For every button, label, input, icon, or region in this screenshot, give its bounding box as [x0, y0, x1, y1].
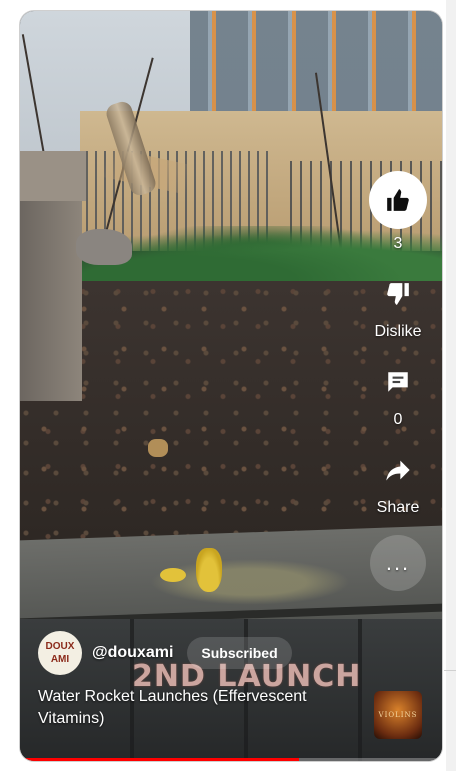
- share-label: Share: [376, 499, 420, 516]
- rock: [76, 229, 132, 265]
- progress-bar[interactable]: [20, 758, 442, 761]
- thumbs-up-icon: [387, 189, 409, 211]
- share-icon: [386, 460, 410, 481]
- comment-count: 0: [393, 411, 403, 428]
- comments-button[interactable]: 0: [366, 359, 430, 429]
- shorts-player[interactable]: 2ND LAUNCH 3 Dislike 0 Share ... DOUX AM…: [20, 11, 442, 761]
- channel-handle[interactable]: @douxami: [92, 644, 173, 662]
- avatar-text-line2: AMI: [50, 654, 70, 665]
- progress-fill: [20, 758, 299, 761]
- rocket-launcher: [196, 548, 222, 592]
- action-column: 3 Dislike 0 Share ...: [366, 171, 430, 609]
- building-top: [190, 11, 442, 126]
- planter-box-top: [20, 151, 86, 201]
- avatar[interactable]: DOUX AMI: [38, 631, 82, 675]
- bottle-cap: [160, 568, 186, 582]
- thumbs-down-icon: [387, 283, 409, 305]
- video-title[interactable]: Water Rocket Launches (Effervescent Vita…: [38, 686, 338, 730]
- like-circle[interactable]: [369, 171, 427, 229]
- subscribe-button[interactable]: Subscribed: [187, 637, 292, 669]
- water-puddle: [150, 559, 350, 605]
- like-button[interactable]: 3: [366, 171, 430, 253]
- share-button[interactable]: Share: [366, 447, 430, 517]
- music-thumb-text: VIOLINS: [378, 711, 418, 719]
- comment-icon: [388, 372, 408, 392]
- dislike-button[interactable]: Dislike: [366, 271, 430, 341]
- divider: [444, 670, 456, 671]
- like-count: 3: [393, 235, 403, 252]
- channel-row: DOUX AMI @douxami Subscribed: [38, 631, 292, 675]
- more-button[interactable]: ...: [366, 535, 430, 591]
- more-icon[interactable]: ...: [370, 535, 426, 591]
- dislike-label: Dislike: [374, 323, 422, 340]
- page-scrollbar[interactable]: [446, 0, 456, 771]
- flying-cap: [148, 439, 168, 457]
- avatar-text-line1: DOUX: [45, 641, 75, 652]
- music-thumbnail[interactable]: VIOLINS: [374, 691, 422, 739]
